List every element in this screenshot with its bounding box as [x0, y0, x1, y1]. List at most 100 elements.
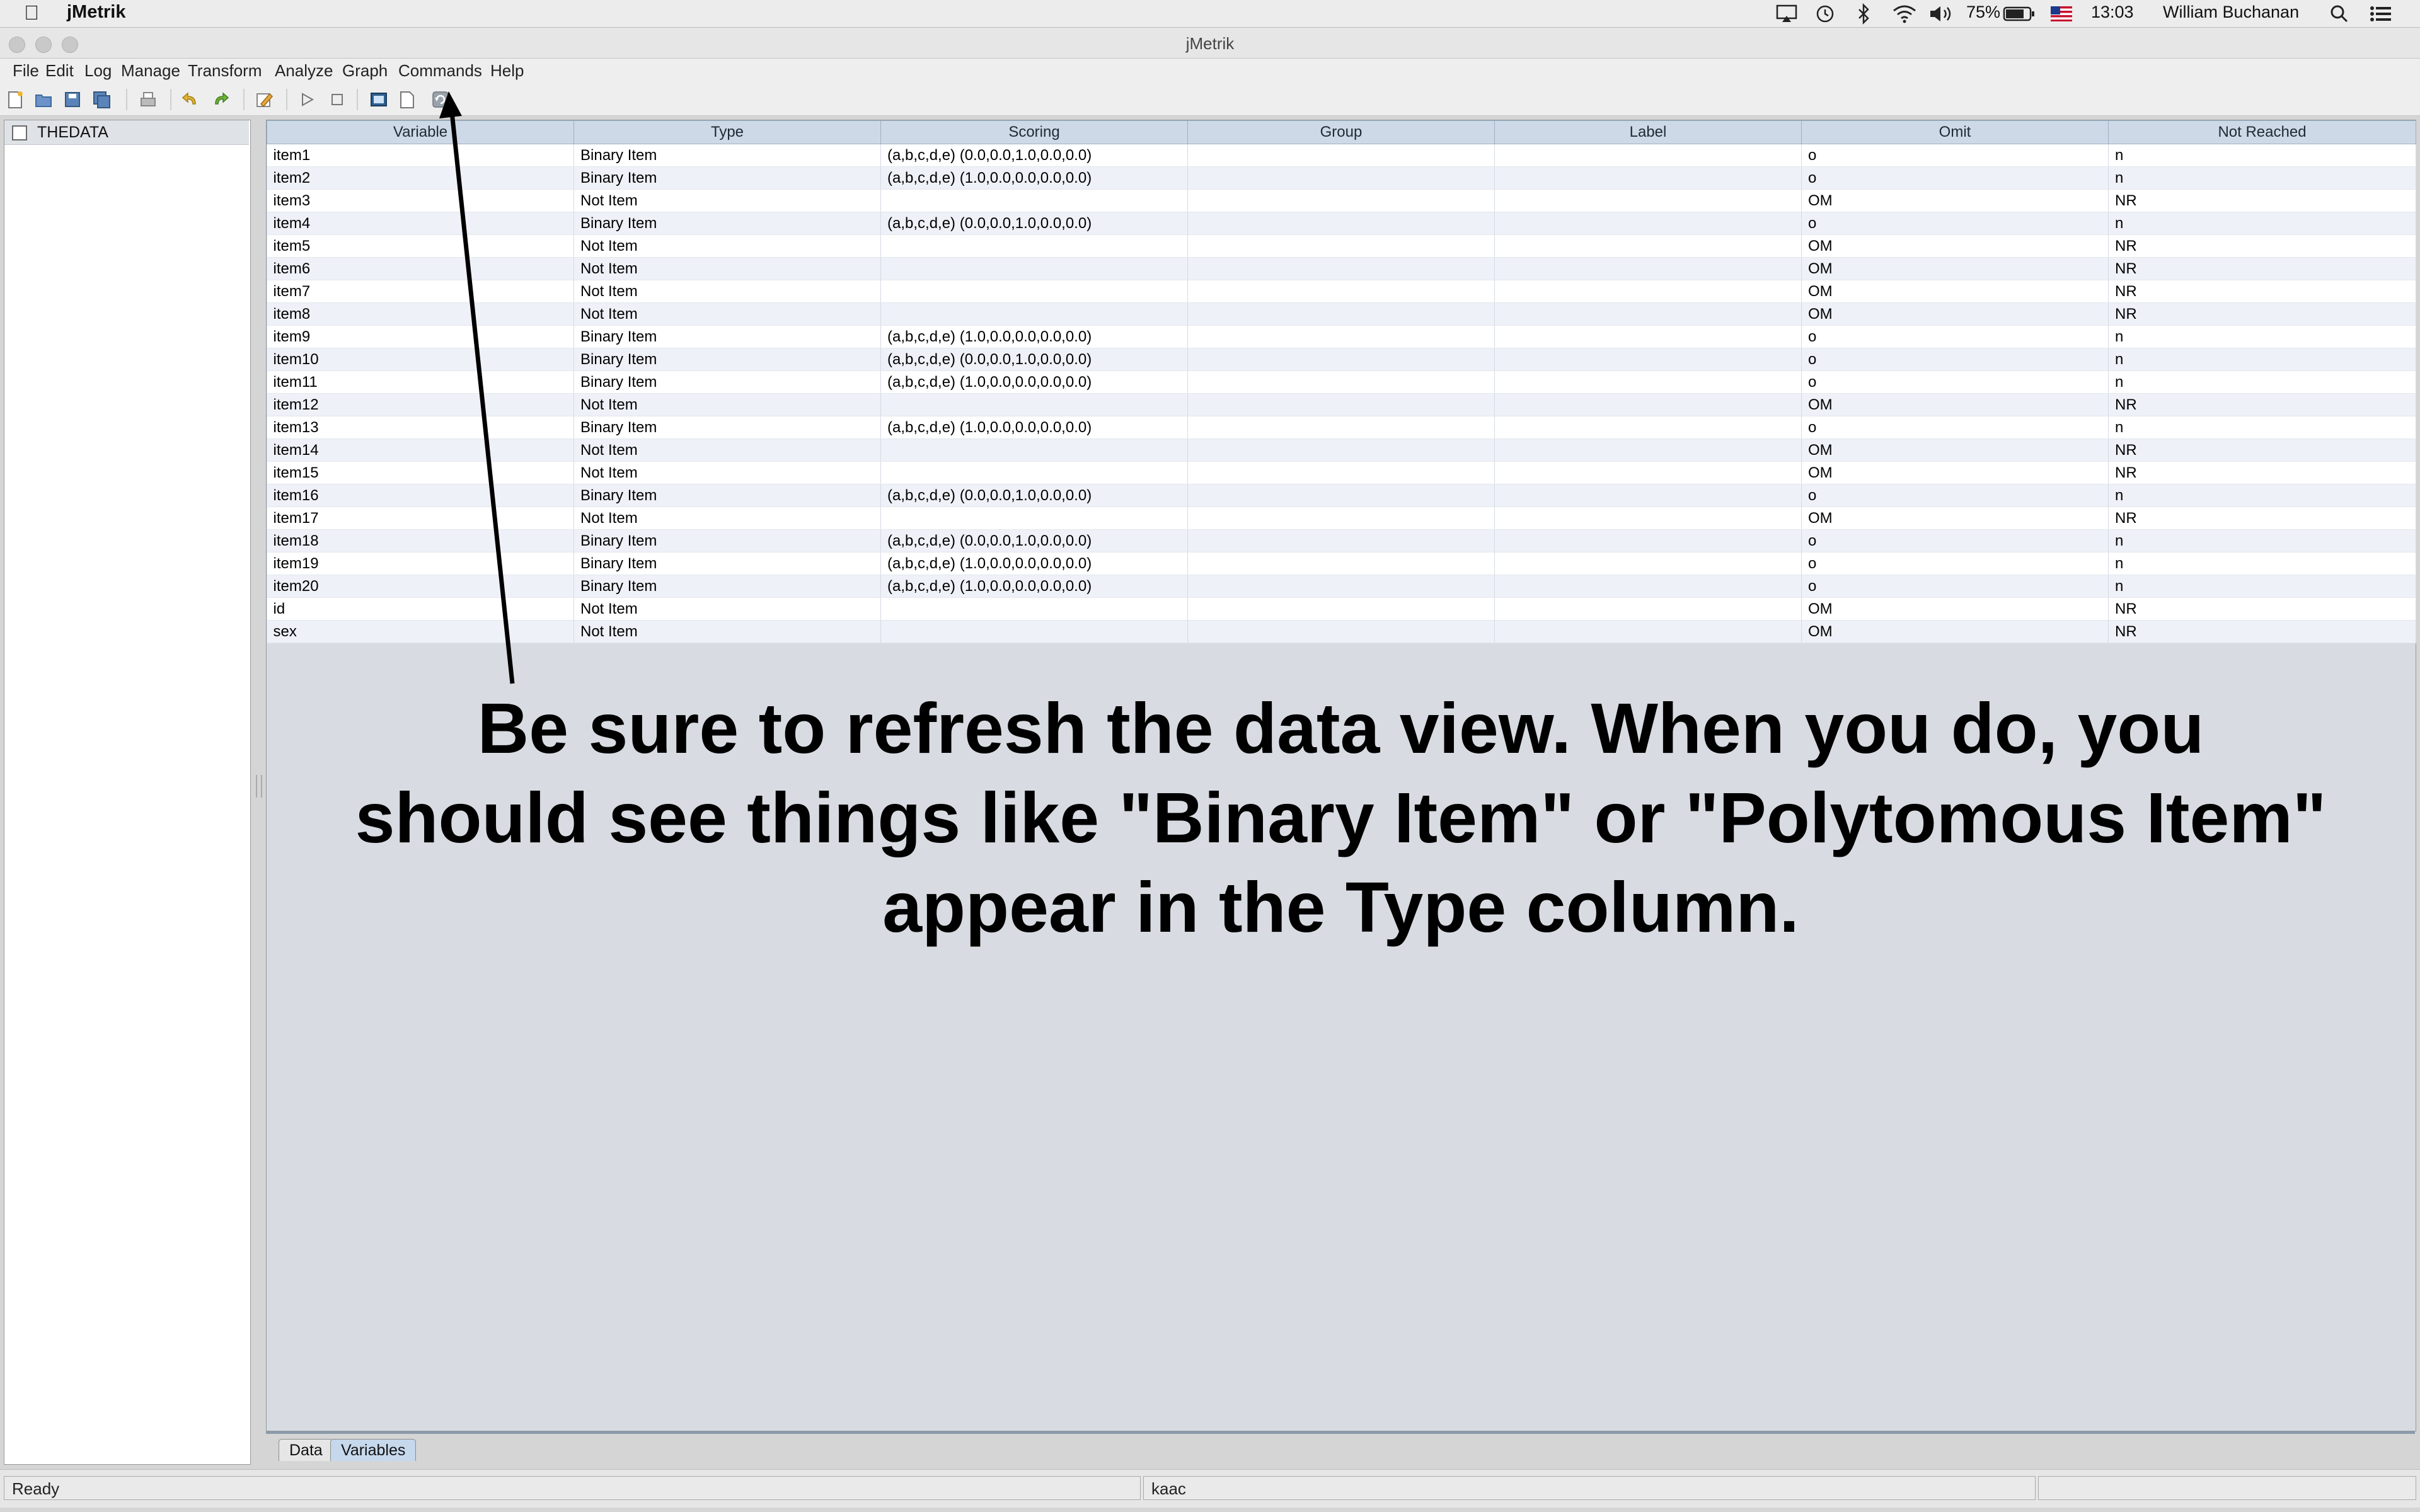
- cell-omit[interactable]: OM: [1801, 620, 2109, 643]
- cell-variable[interactable]: item15: [267, 461, 574, 484]
- cell-variable[interactable]: item4: [267, 212, 574, 235]
- cell-scoring[interactable]: (a,b,c,d,e) (1.0,0.0,0.0,0.0,0.0): [880, 416, 1188, 439]
- table-row[interactable]: sex Not Item OM NR: [267, 620, 2416, 643]
- cell-not-reached[interactable]: NR: [2108, 438, 2416, 462]
- column-header-omit[interactable]: Omit: [1801, 120, 2109, 144]
- table-row[interactable]: item7 Not Item OM NR: [267, 280, 2416, 303]
- cell-not-reached[interactable]: n: [2108, 484, 2416, 507]
- cell-label[interactable]: [1494, 189, 1802, 212]
- cell-not-reached[interactable]: NR: [2108, 234, 2416, 258]
- menu-log[interactable]: Log: [84, 61, 112, 81]
- cell-label[interactable]: [1494, 438, 1802, 462]
- cell-group[interactable]: [1187, 529, 1495, 553]
- cell-not-reached[interactable]: NR: [2108, 461, 2416, 484]
- cell-scoring[interactable]: (a,b,c,d,e) (1.0,0.0,0.0,0.0,0.0): [880, 575, 1188, 598]
- cell-type[interactable]: Binary Item: [573, 484, 881, 507]
- cell-label[interactable]: [1494, 393, 1802, 416]
- column-header-scoring[interactable]: Scoring: [880, 120, 1188, 144]
- table-row[interactable]: item1 Binary Item (a,b,c,d,e) (0.0,0.0,1.0…: [267, 144, 2416, 167]
- table-row[interactable]: item20 Binary Item (a,b,c,d,e) (1.0,0.0,0.…: [267, 575, 2416, 598]
- cell-group[interactable]: [1187, 552, 1495, 575]
- column-header-variable[interactable]: Variable: [267, 120, 574, 144]
- table-row[interactable]: item6 Not Item OM NR: [267, 257, 2416, 280]
- table-row[interactable]: item11 Binary Item (a,b,c,d,e) (1.0,0.0,0.…: [267, 370, 2416, 394]
- cell-label[interactable]: [1494, 552, 1802, 575]
- cell-not-reached[interactable]: n: [2108, 212, 2416, 235]
- tree-item-thedata[interactable]: THEDATA: [4, 120, 249, 145]
- cell-variable[interactable]: item13: [267, 416, 574, 439]
- cell-label[interactable]: [1494, 234, 1802, 258]
- table-row[interactable]: item10 Binary Item (a,b,c,d,e) (0.0,0.0,1.…: [267, 348, 2416, 371]
- cell-label[interactable]: [1494, 257, 1802, 280]
- cell-type[interactable]: Not Item: [573, 461, 881, 484]
- cell-label[interactable]: [1494, 370, 1802, 394]
- cell-not-reached[interactable]: n: [2108, 575, 2416, 598]
- cell-variable[interactable]: item7: [267, 280, 574, 303]
- table-row[interactable]: id Not Item OM NR: [267, 597, 2416, 621]
- cell-omit[interactable]: OM: [1801, 438, 2109, 462]
- tab-data[interactable]: Data: [279, 1439, 333, 1461]
- menu-commands[interactable]: Commands: [398, 61, 482, 81]
- cell-variable[interactable]: item16: [267, 484, 574, 507]
- cell-type[interactable]: Binary Item: [573, 212, 881, 235]
- cell-omit[interactable]: OM: [1801, 189, 2109, 212]
- menu-file[interactable]: File: [13, 61, 39, 81]
- save-all-icon[interactable]: [92, 90, 111, 109]
- cell-scoring[interactable]: (a,b,c,d,e) (0.0,0.0,1.0,0.0,0.0): [880, 348, 1188, 371]
- cell-not-reached[interactable]: NR: [2108, 302, 2416, 326]
- cell-omit[interactable]: o: [1801, 529, 2109, 553]
- column-header-not-reached[interactable]: Not Reached: [2108, 120, 2416, 144]
- column-header-group[interactable]: Group: [1187, 120, 1495, 144]
- cell-variable[interactable]: item3: [267, 189, 574, 212]
- cell-group[interactable]: [1187, 393, 1495, 416]
- cell-type[interactable]: Not Item: [573, 507, 881, 530]
- os-app-name[interactable]: jMetrik: [67, 2, 125, 23]
- cell-variable[interactable]: item1: [267, 144, 574, 167]
- cell-type[interactable]: Binary Item: [573, 552, 881, 575]
- cell-omit[interactable]: OM: [1801, 280, 2109, 303]
- cell-group[interactable]: [1187, 189, 1495, 212]
- cell-omit[interactable]: o: [1801, 484, 2109, 507]
- cell-scoring[interactable]: (a,b,c,d,e) (1.0,0.0,0.0,0.0,0.0): [880, 552, 1188, 575]
- cell-label[interactable]: [1494, 280, 1802, 303]
- table-row[interactable]: item3 Not Item OM NR: [267, 189, 2416, 212]
- cell-type[interactable]: Binary Item: [573, 416, 881, 439]
- cell-not-reached[interactable]: n: [2108, 529, 2416, 553]
- print-icon[interactable]: [139, 90, 158, 109]
- undo-icon[interactable]: [180, 90, 199, 109]
- cell-omit[interactable]: OM: [1801, 234, 2109, 258]
- cell-group[interactable]: [1187, 144, 1495, 167]
- cell-group[interactable]: [1187, 234, 1495, 258]
- bluetooth-icon[interactable]: [1857, 3, 1872, 25]
- panel-splitter[interactable]: [253, 120, 263, 1463]
- cell-variable[interactable]: item18: [267, 529, 574, 553]
- column-header-label[interactable]: Label: [1494, 120, 1802, 144]
- cell-type[interactable]: Binary Item: [573, 166, 881, 190]
- cell-group[interactable]: [1187, 166, 1495, 190]
- cell-label[interactable]: [1494, 507, 1802, 530]
- cell-variable[interactable]: item5: [267, 234, 574, 258]
- cell-label[interactable]: [1494, 529, 1802, 553]
- cell-variable[interactable]: item12: [267, 393, 574, 416]
- cell-group[interactable]: [1187, 280, 1495, 303]
- table-row[interactable]: item5 Not Item OM NR: [267, 234, 2416, 258]
- cell-omit[interactable]: o: [1801, 370, 2109, 394]
- table-row[interactable]: item18 Binary Item (a,b,c,d,e) (0.0,0.0,1.…: [267, 529, 2416, 553]
- cell-variable[interactable]: item6: [267, 257, 574, 280]
- us-flag-icon[interactable]: [2051, 6, 2072, 21]
- save-icon[interactable]: [63, 90, 82, 109]
- cell-not-reached[interactable]: NR: [2108, 393, 2416, 416]
- battery-icon[interactable]: [2003, 6, 2036, 22]
- cell-scoring[interactable]: [880, 393, 1188, 416]
- cell-scoring[interactable]: [880, 280, 1188, 303]
- cell-type[interactable]: Not Item: [573, 257, 881, 280]
- cell-label[interactable]: [1494, 144, 1802, 167]
- redo-icon[interactable]: [212, 90, 231, 109]
- table-row[interactable]: item8 Not Item OM NR: [267, 302, 2416, 326]
- cell-label[interactable]: [1494, 416, 1802, 439]
- cell-omit[interactable]: o: [1801, 552, 2109, 575]
- cell-scoring[interactable]: [880, 257, 1188, 280]
- cell-variable[interactable]: item10: [267, 348, 574, 371]
- cell-label[interactable]: [1494, 597, 1802, 621]
- menu-edit[interactable]: Edit: [45, 61, 74, 81]
